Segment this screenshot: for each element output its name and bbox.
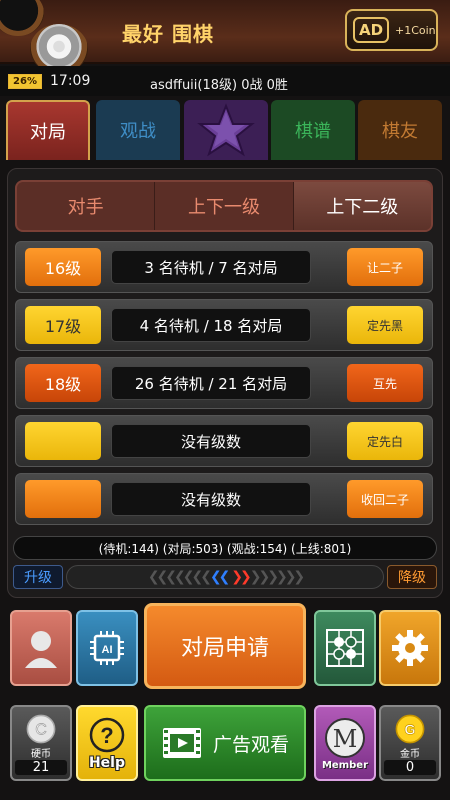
- svg-text:?: ?: [100, 723, 113, 748]
- tab-friends[interactable]: 棋友: [358, 100, 442, 160]
- gold-button[interactable]: G 金币 0: [379, 705, 441, 781]
- filter-opponent[interactable]: 对手: [17, 182, 156, 230]
- film-icon: [162, 728, 201, 758]
- level-badge: 16级: [25, 248, 101, 286]
- level-badge: 18级: [25, 364, 101, 402]
- board-button[interactable]: [314, 610, 376, 686]
- ad-badge: AD: [353, 17, 389, 43]
- coins-button[interactable]: C 硬币 21: [10, 705, 72, 781]
- member-button[interactable]: M Member: [314, 705, 376, 781]
- gold-label: 金币: [400, 749, 420, 760]
- svg-text:C: C: [35, 722, 47, 739]
- handicap-button[interactable]: 互先: [347, 364, 423, 402]
- silver-coin-icon: C: [26, 714, 56, 744]
- ad-reward-label: +1Coin: [395, 23, 436, 37]
- member-badge-icon: M: [325, 717, 365, 758]
- app-title: 最好 围棋: [122, 22, 214, 46]
- gold-coin-icon: G: [395, 714, 425, 744]
- handicap-button[interactable]: 定先白: [347, 422, 423, 460]
- go-board-icon: [326, 629, 364, 667]
- level-row[interactable]: 没有级数 收回二子: [15, 473, 433, 525]
- coins-count: 21: [15, 760, 67, 775]
- member-label: Member: [321, 759, 369, 771]
- level-arrows: ❮❮❮❮❮❮❮ ❮❮ ❯❯ ❯❯❯❯❯❯: [66, 565, 384, 589]
- opponent-filter: 对手 上下一级 上下二级: [15, 180, 433, 232]
- coins-label: 硬币: [31, 749, 51, 760]
- filter-one-level[interactable]: 上下一级: [155, 182, 294, 230]
- watch-ad-label: 广告观看: [212, 733, 289, 756]
- level-badge: 17级: [25, 306, 101, 344]
- level-row[interactable]: 17级 4 名待机 / 18 名对局 定先黑: [15, 299, 433, 351]
- level-info: 4 名待机 / 18 名对局: [111, 308, 311, 342]
- ai-chip-icon: AI: [90, 631, 124, 665]
- level-down-button[interactable]: 降级: [387, 565, 437, 589]
- watch-ad-button[interactable]: 广告观看: [144, 705, 306, 781]
- svg-text:AI: AI: [102, 644, 113, 656]
- level-up-button[interactable]: 升级: [13, 565, 63, 589]
- level-badge: [25, 480, 101, 518]
- level-badge: [25, 422, 101, 460]
- request-match-button[interactable]: 对局申请: [144, 603, 306, 689]
- filter-two-levels[interactable]: 上下二级: [293, 182, 431, 230]
- profile-button[interactable]: [10, 610, 72, 686]
- level-info: 26 名待机 / 21 名对局: [111, 366, 311, 400]
- user-info: asdffuii(18级) 0战 0胜: [150, 78, 288, 93]
- level-info: 没有级数: [111, 482, 311, 516]
- server-stats: (待机:144) (对局:503) (观战:154) (上线:801): [13, 536, 437, 560]
- star-icon: [197, 103, 255, 157]
- level-row[interactable]: 没有级数 定先白: [15, 415, 433, 467]
- level-row[interactable]: 18级 26 名待机 / 21 名对局 互先: [15, 357, 433, 409]
- svg-text:M: M: [333, 725, 358, 753]
- help-button[interactable]: ? Help: [76, 705, 138, 781]
- level-row[interactable]: 16级 3 名待机 / 7 名对局 让二子: [15, 241, 433, 293]
- tab-game[interactable]: 对局: [6, 100, 90, 160]
- clock: 17:09: [50, 73, 91, 89]
- tab-records[interactable]: 棋谱: [271, 100, 355, 160]
- help-label: Help: [88, 755, 126, 771]
- level-info: 3 名待机 / 7 名对局: [111, 250, 311, 284]
- question-icon: ?: [89, 717, 125, 753]
- ai-button[interactable]: AI: [76, 610, 138, 686]
- user-avatar-icon: [25, 631, 57, 668]
- tab-star[interactable]: [184, 100, 268, 160]
- gold-count: 0: [384, 760, 436, 775]
- level-info: 没有级数: [111, 424, 311, 458]
- settings-button[interactable]: [379, 610, 441, 686]
- svg-text:G: G: [404, 723, 415, 739]
- handicap-button[interactable]: 收回二子: [347, 480, 423, 518]
- handicap-button[interactable]: 定先黑: [347, 306, 423, 344]
- ad-coin-button[interactable]: AD +1Coin: [345, 9, 438, 51]
- gear-icon: [392, 630, 428, 666]
- battery-indicator: 26%: [8, 74, 42, 89]
- tab-watch[interactable]: 观战: [96, 100, 180, 160]
- handicap-button[interactable]: 让二子: [347, 248, 423, 286]
